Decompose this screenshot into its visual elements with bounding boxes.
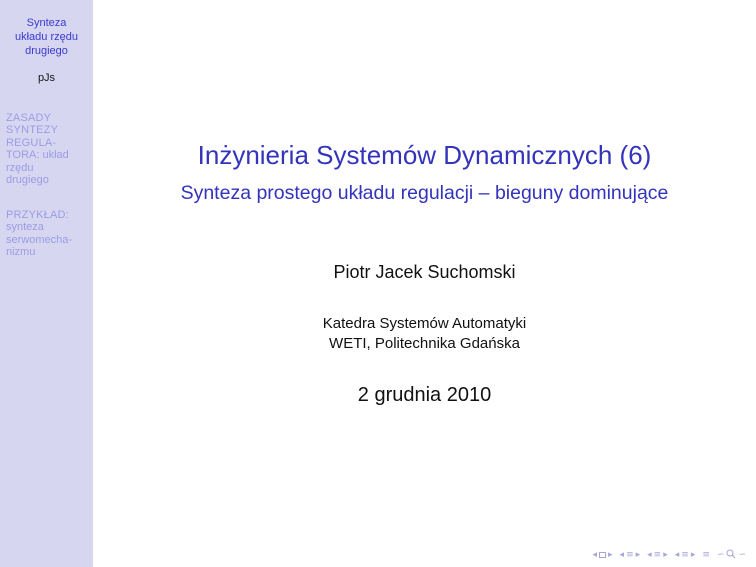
sidebar-section-zasady[interactable]: ZASADY SYNTEZY REGULA- TORA: układ rzędu… [6, 112, 90, 186]
nav-prev-frame-icon[interactable]: ◂ [592, 550, 597, 560]
sidebar-title[interactable]: Synteza układu rzędu drugiego [0, 16, 93, 58]
slide-title: Inżynieria Systemów Dynamicznych (6) [197, 140, 652, 170]
slide-date: 2 grudnia 2010 [357, 384, 492, 406]
nav-next-document-icon[interactable]: ▸ [691, 550, 696, 560]
sidebar-section-line: SYNTEZY [6, 124, 59, 137]
slide-institute-line: WETI, Politechnika Gdańska [329, 335, 520, 352]
sidebar-title-line: Synteza [26, 17, 67, 29]
frame-icon[interactable] [599, 552, 606, 558]
sidebar-section-line: ZASADY [6, 112, 52, 124]
nav-prev-section-icon[interactable]: ◂ [647, 550, 652, 560]
nav-search-group: ∽ ∽ [717, 549, 746, 562]
sidebar-section-line: synteza [6, 221, 44, 234]
slide-author: Piotr Jacek Suchomski [333, 262, 516, 282]
sidebar-section-przyklad[interactable]: PRZYKŁAD: synteza serwomecha- nizmu [6, 209, 90, 259]
slide-institute-line: Katedra Systemów Automatyki [322, 315, 527, 332]
subsection-icon[interactable]: ≡ [626, 550, 634, 560]
appendix-icon[interactable]: ≡ [702, 550, 710, 560]
sidebar: Synteza układu rzędu drugiego pJs ZASADY… [0, 0, 93, 567]
search-icon[interactable] [726, 549, 736, 562]
sidebar-section-line: drugiego [6, 174, 49, 187]
sidebar-section-line: PRZYKŁAD: [6, 209, 69, 221]
sidebar-author: pJs [37, 72, 56, 84]
sidebar-section-line: nizmu [6, 246, 36, 259]
nav-document-group: ◂ ≡ ▸ [675, 550, 696, 560]
nav-subsection-group: ◂ ≡ ▸ [620, 550, 641, 560]
sidebar-title-line: drugiego [25, 45, 68, 57]
nav-prev-subsection-icon[interactable]: ◂ [620, 550, 625, 560]
sidebar-section-line: REGULA- [6, 136, 57, 149]
nav-section-group: ◂ ≡ ▸ [647, 550, 668, 560]
sidebar-section-line: TORA: układ [6, 149, 69, 162]
nav-next-frame-icon[interactable]: ▸ [608, 550, 613, 560]
navigation-bar: ◂ ▸ ◂ ≡ ▸ ◂ ≡ ▸ ◂ ≡ ▸ ≡ ∽ ∽ [592, 549, 746, 561]
sidebar-title-line: układu rzędu [15, 31, 78, 43]
search-back-icon[interactable]: ∽ [717, 550, 725, 560]
nav-next-subsection-icon[interactable]: ▸ [636, 550, 641, 560]
nav-prev-document-icon[interactable]: ◂ [675, 550, 680, 560]
slide-content: Inżynieria Systemów Dynamicznych (6) Syn… [93, 0, 756, 567]
section-icon[interactable]: ≡ [654, 550, 662, 560]
nav-next-section-icon[interactable]: ▸ [663, 550, 668, 560]
search-forward-icon[interactable]: ∽ [738, 550, 746, 560]
sidebar-section-line: rzędu [6, 161, 34, 174]
sidebar-section-line: serwomecha- [6, 233, 73, 246]
document-icon[interactable]: ≡ [681, 550, 689, 560]
slide-subtitle: Synteza prostego układu regulacji – bieg… [180, 182, 669, 204]
nav-frame-group: ◂ ▸ [592, 550, 612, 560]
